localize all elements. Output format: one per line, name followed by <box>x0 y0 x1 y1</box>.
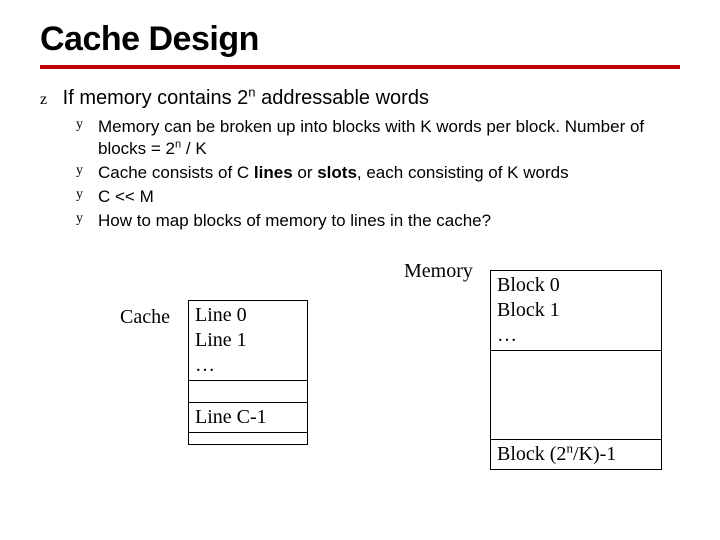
bullet-text-a: If memory contains 2 <box>63 87 249 109</box>
slide-title: Cache Design <box>40 20 680 59</box>
bullet-level2: y How to map blocks of memory to lines i… <box>76 210 680 232</box>
bullet-marker-y: y <box>76 210 92 228</box>
bullet-text: C << M <box>98 186 154 208</box>
memory-box: Block 0 Block 1 … Block (2n/K)-1 <box>490 270 662 470</box>
cache-row: Line 0 Line 1 … <box>189 301 307 381</box>
cache-line-0: Line 0 <box>195 304 247 326</box>
cache-line-1: Line 1 <box>195 329 247 351</box>
bullet-text: How to map blocks of memory to lines in … <box>98 210 491 232</box>
bullet-level2: y Cache consists of C lines or slots, ea… <box>76 162 680 184</box>
title-underline <box>40 65 680 69</box>
cache-row: Line C-1 <box>189 403 307 433</box>
bullet-sup: n <box>248 84 255 99</box>
cache-box: Line 0 Line 1 … Line C-1 <box>188 300 308 445</box>
memory-row: Block (2n/K)-1 <box>491 440 661 469</box>
bullet-text: Cache consists of C lines or slots, each… <box>98 162 569 184</box>
cache-row-bottom <box>189 433 307 445</box>
bullet-level2: y Memory can be broken up into blocks wi… <box>76 116 680 160</box>
memory-block-1: Block 1 <box>497 299 560 321</box>
memory-block-last-a: Block (2 <box>497 443 566 465</box>
diagram: Memory Cache Line 0 Line 1 … Line C-1 Bl… <box>40 260 680 480</box>
bullet-level1: z If memory contains 2n addressable word… <box>40 87 680 110</box>
memory-block-ellipsis: … <box>497 324 517 346</box>
cache-line-last: Line C-1 <box>195 406 267 428</box>
bullet-marker-z: z <box>40 91 47 108</box>
memory-block-0: Block 0 <box>497 274 560 296</box>
bullet-marker-y: y <box>76 116 92 134</box>
cache-label: Cache <box>120 306 170 329</box>
bullet-marker-y: y <box>76 162 92 180</box>
memory-row-gap <box>491 351 661 440</box>
memory-label: Memory <box>404 260 473 283</box>
memory-block-last-b: /K)-1 <box>573 443 616 465</box>
cache-row-gap <box>189 381 307 403</box>
memory-row: Block 0 Block 1 … <box>491 271 661 351</box>
bullet-text-b: addressable words <box>256 87 429 109</box>
bullet-level2-group: y Memory can be broken up into blocks wi… <box>40 116 680 232</box>
cache-line-ellipsis: … <box>195 354 215 376</box>
bullet-level2: y C << M <box>76 186 680 208</box>
bullet-text: Memory can be broken up into blocks with… <box>98 116 680 160</box>
bullet-marker-y: y <box>76 186 92 204</box>
